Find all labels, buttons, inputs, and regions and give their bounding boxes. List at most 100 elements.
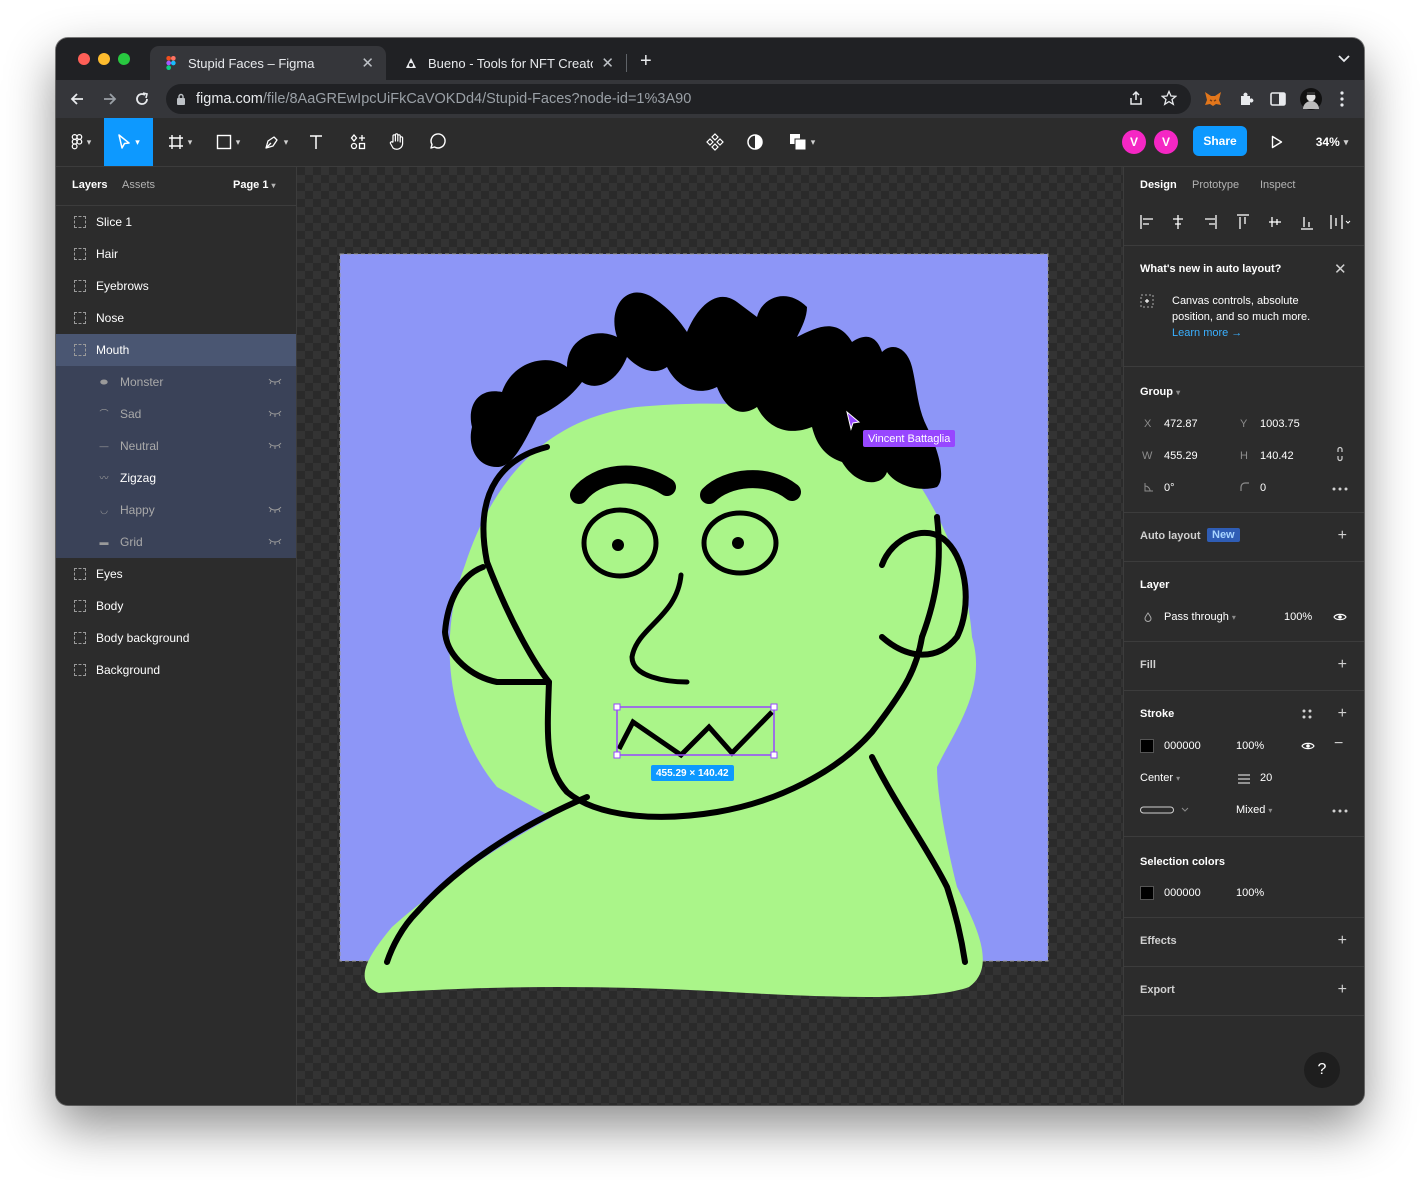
layer-row[interactable]: Body background [56, 622, 296, 654]
stroke-color-field[interactable]: 000000 [1164, 740, 1201, 752]
help-button[interactable]: ? [1304, 1052, 1340, 1088]
create-component-button[interactable] [702, 118, 728, 166]
stroke-opacity-field[interactable]: 100% [1236, 740, 1264, 752]
stroke-weight-field[interactable]: 20 [1260, 772, 1272, 784]
browser-menu-icon[interactable] [1332, 89, 1352, 109]
text-tool[interactable] [304, 118, 328, 166]
minimize-window-button[interactable] [98, 53, 110, 65]
boolean-operations-button[interactable]: ▾ [782, 118, 822, 166]
more-options-icon[interactable] [1332, 487, 1348, 491]
resize-handle[interactable] [770, 751, 778, 759]
layer-row[interactable]: Background [56, 654, 296, 686]
layer-row[interactable]: Slice 1 [56, 206, 296, 238]
stroke-join-dropdown[interactable]: Mixed ▾ [1236, 804, 1272, 816]
new-tab-button[interactable]: + [640, 51, 652, 71]
tab-design[interactable]: Design [1140, 179, 1177, 191]
layer-row[interactable]: Body [56, 590, 296, 622]
eye-icon[interactable] [1333, 612, 1347, 622]
layer-row-child[interactable]: ◡ Happy [56, 494, 296, 526]
move-tool[interactable]: ▾ [104, 118, 153, 166]
alignment-toolbar[interactable] [1140, 214, 1360, 230]
maximize-window-button[interactable] [118, 53, 130, 65]
layer-row-child[interactable]: ⬬ Monster [56, 366, 296, 398]
comment-tool[interactable] [424, 118, 450, 166]
stroke-align-dropdown[interactable]: Center ▾ [1140, 772, 1180, 784]
learn-more-link[interactable]: Learn more → [1172, 327, 1242, 339]
add-effect-icon[interactable]: + [1338, 933, 1347, 949]
collaborator-avatar[interactable]: V [1154, 130, 1178, 154]
height-field[interactable]: 140.42 [1260, 450, 1294, 462]
collaborator-avatar[interactable]: V [1122, 130, 1146, 154]
stroke-color-swatch[interactable] [1140, 739, 1154, 753]
add-auto-layout-icon[interactable]: + [1338, 528, 1347, 544]
resize-handle[interactable] [770, 703, 778, 711]
bookmark-star-icon[interactable] [1161, 90, 1177, 106]
layer-row[interactable]: Nose [56, 302, 296, 334]
constrain-proportions-icon[interactable] [1335, 446, 1345, 462]
layer-opacity-field[interactable]: 100% [1284, 611, 1312, 623]
present-button[interactable] [1264, 118, 1290, 166]
hand-tool[interactable] [384, 118, 410, 166]
main-menu-button[interactable]: ▾ [64, 118, 98, 166]
canvas[interactable]: 455.29 × 140.42 Vincent Battaglia [297, 167, 1123, 1105]
eye-icon[interactable] [1301, 741, 1315, 751]
hidden-eye-icon[interactable] [268, 377, 282, 388]
url-field[interactable]: figma.com/file/8AaGREwIpcUiFkCaVOKDd4/St… [166, 84, 1191, 114]
layer-row-child[interactable]: ⌒ Sad [56, 398, 296, 430]
selection-color-field[interactable]: 000000 [1164, 887, 1201, 899]
frame-tool[interactable]: ▾ [160, 118, 200, 166]
reload-icon[interactable] [131, 88, 153, 110]
resize-handle[interactable] [613, 703, 621, 711]
selection-color-swatch[interactable] [1140, 886, 1154, 900]
y-field[interactable]: 1003.75 [1260, 418, 1300, 430]
hidden-eye-icon[interactable] [268, 441, 282, 452]
corner-radius-field[interactable]: 0 [1260, 482, 1266, 494]
layer-row[interactable]: Hair [56, 238, 296, 270]
more-options-icon[interactable] [1332, 809, 1348, 813]
resources-tool[interactable] [346, 118, 370, 166]
close-window-button[interactable] [78, 53, 90, 65]
blend-mode-dropdown[interactable]: Pass through ▾ [1164, 611, 1236, 623]
remove-stroke-icon[interactable]: − [1334, 735, 1343, 753]
profile-avatar[interactable] [1300, 88, 1322, 110]
forward-icon[interactable] [99, 88, 121, 110]
hidden-eye-icon[interactable] [268, 409, 282, 420]
zoom-dropdown[interactable]: 34% ▾ [1308, 118, 1356, 166]
share-button[interactable]: Share [1193, 126, 1247, 156]
back-icon[interactable] [66, 88, 88, 110]
layer-row[interactable]: Eyes [56, 558, 296, 590]
hidden-eye-icon[interactable] [268, 505, 282, 516]
mask-button[interactable] [742, 118, 768, 166]
share-page-icon[interactable] [1128, 90, 1144, 106]
add-fill-icon[interactable]: + [1338, 657, 1347, 673]
layer-row[interactable]: Mouth [56, 334, 296, 366]
side-panel-icon[interactable] [1268, 89, 1288, 109]
pen-tool[interactable]: ▾ [256, 118, 296, 166]
rotation-field[interactable]: 0° [1164, 482, 1175, 494]
stroke-cap-dropdown[interactable] [1140, 805, 1190, 815]
group-title[interactable]: Group ▾ [1140, 386, 1180, 398]
close-icon[interactable]: ✕ [1334, 260, 1347, 278]
browser-tab-figma[interactable]: Stupid Faces – Figma ✕ [150, 46, 386, 80]
extensions-puzzle-icon[interactable] [1236, 89, 1256, 109]
style-grid-icon[interactable] [1301, 708, 1313, 720]
selection-color-opacity[interactable]: 100% [1236, 887, 1264, 899]
width-field[interactable]: 455.29 [1164, 450, 1198, 462]
browser-tab-bueno[interactable]: Bueno - Tools for NFT Creators ✕ [390, 46, 626, 80]
add-stroke-icon[interactable]: + [1338, 706, 1347, 722]
layer-row-child[interactable]: ▬ Grid [56, 526, 296, 558]
tab-prototype[interactable]: Prototype [1192, 179, 1239, 191]
resize-handle[interactable] [613, 751, 621, 759]
tab-assets[interactable]: Assets [122, 179, 155, 191]
hidden-eye-icon[interactable] [268, 537, 282, 548]
x-field[interactable]: 472.87 [1164, 418, 1198, 430]
layer-row-child[interactable]: — Neutral [56, 430, 296, 462]
tab-inspect[interactable]: Inspect [1260, 179, 1295, 191]
shape-tool[interactable]: ▾ [208, 118, 248, 166]
page-selector[interactable]: Page 1 ▾ [233, 179, 276, 191]
layer-row[interactable]: Eyebrows [56, 270, 296, 302]
add-export-icon[interactable]: + [1338, 982, 1347, 998]
close-tab-icon[interactable]: ✕ [361, 54, 374, 72]
close-tab-icon[interactable]: ✕ [601, 54, 614, 72]
chevron-down-icon[interactable] [1338, 52, 1350, 66]
